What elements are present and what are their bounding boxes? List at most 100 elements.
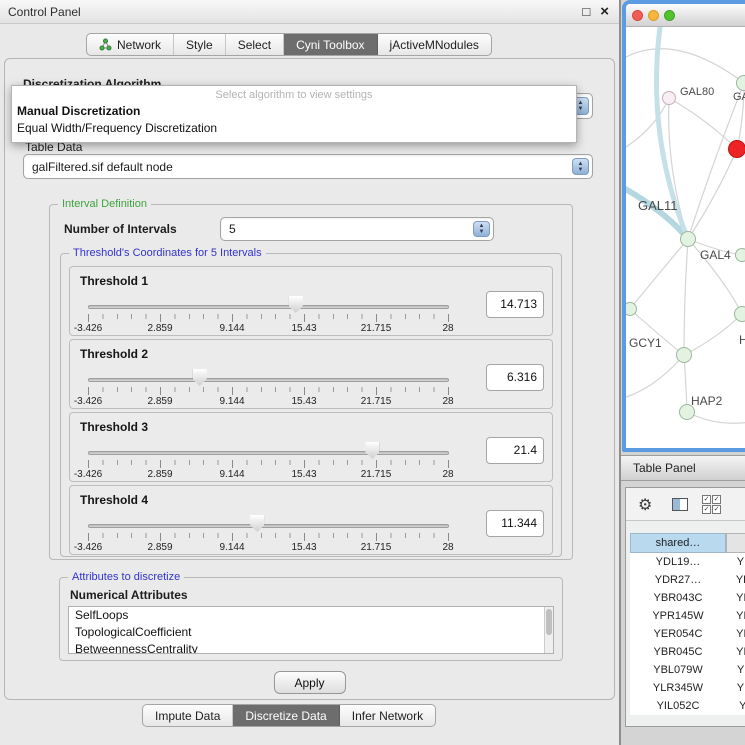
slider-track[interactable] xyxy=(88,378,449,382)
tick-label: -3.426 xyxy=(74,542,102,553)
scrollbar-thumb[interactable] xyxy=(546,609,552,635)
table-body: YDL19…YDL1…YDR27…YDR2…YBR043CYBR0…YPR145… xyxy=(630,553,745,715)
close-button[interactable] xyxy=(632,10,643,21)
network-node-label: GAL80 xyxy=(680,86,714,98)
attribute-list-item[interactable]: SelfLoops xyxy=(69,607,553,624)
tick-label: 28 xyxy=(442,396,453,407)
table-cell[interactable]: YPR1… xyxy=(726,607,745,625)
column-header-name[interactable]: n… xyxy=(726,533,745,553)
table-cell[interactable]: YPR145W xyxy=(630,607,726,625)
tab-network[interactable]: Network xyxy=(87,34,174,55)
tab-select[interactable]: Select xyxy=(226,34,284,55)
network-node[interactable] xyxy=(735,248,745,262)
tab-infer-network[interactable]: Infer Network xyxy=(340,705,435,726)
slider-track[interactable] xyxy=(88,524,449,528)
network-canvas[interactable]: GAL80GAGAL11GAL4GCY1HHAP2 xyxy=(626,27,745,448)
check-icon: ✓ xyxy=(702,495,711,504)
table-cell[interactable]: YBL079W xyxy=(630,661,726,679)
network-node-label: GAL4 xyxy=(700,248,731,262)
table-cell[interactable]: YBR0… xyxy=(726,589,745,607)
table-cell[interactable]: YIL052C xyxy=(630,697,726,715)
scrollbar[interactable] xyxy=(544,607,553,653)
attribute-list-item[interactable]: BetweennessCentrality xyxy=(69,641,553,654)
threshold-value-field[interactable]: 14.713 xyxy=(486,291,544,318)
network-node[interactable] xyxy=(736,75,745,91)
gear-icon[interactable]: ⚙ xyxy=(638,495,652,515)
network-node[interactable] xyxy=(728,140,745,158)
slider-thumb[interactable] xyxy=(289,296,303,313)
table-cell[interactable]: YDL19… xyxy=(630,553,726,571)
tab-label: Style xyxy=(186,38,213,52)
table-cell[interactable]: YBR0… xyxy=(726,643,745,661)
dropdown-option-manual-discretization[interactable]: Manual Discretization xyxy=(12,103,576,120)
slider-thumb[interactable] xyxy=(365,442,379,459)
table-cell[interactable]: YDR2… xyxy=(726,571,745,589)
stepper-icon[interactable]: ▲ ▼ xyxy=(473,221,490,237)
table-row[interactable]: YDR27…YDR2… xyxy=(630,571,745,589)
minimize-button[interactable] xyxy=(648,10,659,21)
table-row[interactable]: YBR043CYBR0… xyxy=(630,589,745,607)
dropdown-option-equal-width-frequency[interactable]: Equal Width/Frequency Discretization xyxy=(12,120,576,137)
screen: Control Panel □ × Network Style SelectCyni… xyxy=(0,0,745,745)
tick-label: 9.144 xyxy=(219,323,244,334)
float-window-icon[interactable]: □ xyxy=(582,2,590,22)
table-cell[interactable]: YER0… xyxy=(726,625,745,643)
network-node-label: HAP2 xyxy=(691,394,722,408)
table-cell[interactable]: YDR27… xyxy=(630,571,726,589)
stepper-icon[interactable]: ▲ ▼ xyxy=(572,158,589,175)
tab-impute-data[interactable]: Impute Data xyxy=(143,705,233,726)
columns-icon[interactable] xyxy=(672,498,688,511)
threshold-value-field[interactable]: 6.316 xyxy=(486,364,544,391)
table-data-value: galFiltered.sif default node xyxy=(32,155,173,178)
table-row[interactable]: YPR145WYPR1… xyxy=(630,607,745,625)
table-row[interactable]: YBL079WYBL0… xyxy=(630,661,745,679)
table-row[interactable]: YDL19…YDL1… xyxy=(630,553,745,571)
tab-label: Network xyxy=(117,38,161,52)
slider-major-ticks xyxy=(88,387,449,395)
slider-track[interactable] xyxy=(88,451,449,455)
network-node[interactable] xyxy=(662,91,676,105)
check-icon: ✓ xyxy=(712,495,721,504)
threshold-value-field[interactable]: 21.4 xyxy=(486,437,544,464)
table-cell[interactable]: YBL0… xyxy=(726,661,745,679)
network-node-label: GCY1 xyxy=(629,336,662,350)
attribute-list-item[interactable]: TopologicalCoefficient xyxy=(69,624,553,641)
slider-thumb[interactable] xyxy=(193,369,207,386)
control-panel-titlebar: Control Panel □ × xyxy=(0,0,619,24)
slider-thumb[interactable] xyxy=(250,515,264,532)
network-window-titlebar xyxy=(626,4,745,27)
table-row[interactable]: YER054CYER0… xyxy=(630,625,745,643)
table-cell[interactable]: YBR043C xyxy=(630,589,726,607)
table-cell[interactable]: YBR045C xyxy=(630,643,726,661)
close-icon[interactable]: × xyxy=(600,2,609,22)
tab-discretize-data[interactable]: Discretize Data xyxy=(233,705,339,726)
table-cell[interactable]: YLR3… xyxy=(726,679,745,697)
table-data-combobox[interactable]: galFiltered.sif default node ▲ ▼ xyxy=(23,154,593,179)
tab-label: Discretize Data xyxy=(245,709,326,723)
number-of-intervals-combobox[interactable]: 5 ▲ ▼ xyxy=(220,217,494,241)
table-row[interactable]: YLR345WYLR3… xyxy=(630,679,745,697)
tab-jactivemnodules[interactable]: jActiveMNodules xyxy=(378,34,491,55)
table-row[interactable]: YBR045CYBR0… xyxy=(630,643,745,661)
threshold-value-field[interactable]: 11.344 xyxy=(486,510,544,537)
tick-label: 28 xyxy=(442,542,453,553)
table-cell[interactable]: YER054C xyxy=(630,625,726,643)
table-cell[interactable]: YIL0… xyxy=(726,697,745,715)
apply-button[interactable]: Apply xyxy=(273,671,345,694)
column-header-shared-name[interactable]: shared… xyxy=(630,533,726,553)
tab-label: jActiveMNodules xyxy=(390,38,479,52)
slider-track[interactable] xyxy=(88,305,449,309)
zoom-button[interactable] xyxy=(664,10,675,21)
dropdown-placeholder: Select algorithm to view settings xyxy=(12,88,576,103)
threshold-label: Threshold 4 xyxy=(80,493,148,507)
network-node[interactable] xyxy=(734,306,745,322)
table-cell[interactable]: YLR345W xyxy=(630,679,726,697)
table-row[interactable]: YIL052CYIL0… xyxy=(630,697,745,715)
network-node[interactable] xyxy=(680,231,696,247)
tab-cyni-toolbox[interactable]: Cyni Toolbox xyxy=(284,34,377,55)
network-node[interactable] xyxy=(676,347,692,363)
tab-style[interactable]: Style xyxy=(174,34,226,55)
attributes-listbox[interactable]: SelfLoopsTopologicalCoefficientBetweenne… xyxy=(68,606,554,654)
checkbox-grid-icon[interactable]: ✓ ✓ ✓ ✓ xyxy=(702,495,721,514)
table-cell[interactable]: YDL1… xyxy=(726,553,745,571)
